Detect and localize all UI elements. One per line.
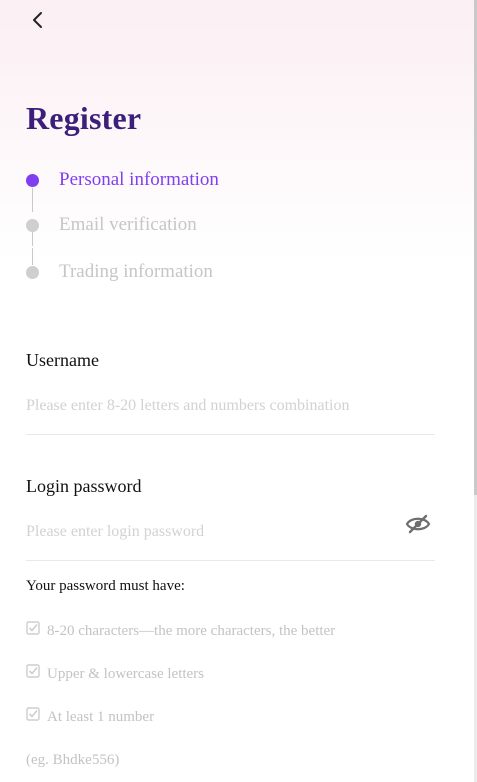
toggle-password-visibility-button[interactable] bbox=[405, 513, 431, 535]
username-divider bbox=[26, 434, 435, 435]
step-trading-information: Trading information bbox=[26, 258, 213, 286]
password-rule-text: 8-20 characters—the more characters, the… bbox=[47, 622, 336, 639]
step-label: Trading information bbox=[59, 261, 213, 282]
checkbox-checked-icon bbox=[26, 664, 40, 678]
eye-slash-icon bbox=[405, 514, 431, 534]
registration-steps: Personal information Email verification … bbox=[26, 166, 446, 296]
password-rule-item: Upper & lowercase letters bbox=[26, 664, 204, 684]
password-divider bbox=[26, 560, 435, 561]
password-rule-text: At least 1 number bbox=[47, 708, 155, 725]
step-email-verification: Email verification bbox=[26, 211, 197, 239]
step-dot bbox=[26, 218, 39, 232]
back-button[interactable] bbox=[26, 8, 50, 32]
password-example: (eg. Bhdke556) bbox=[26, 752, 120, 768]
step-dot-active bbox=[26, 173, 39, 187]
username-label: Username bbox=[26, 350, 99, 370]
step-label: Personal information bbox=[59, 169, 219, 190]
register-page: Register Personal information Email veri… bbox=[0, 0, 474, 782]
step-dot bbox=[26, 265, 39, 279]
password-label: Login password bbox=[26, 476, 142, 496]
password-rule-item: At least 1 number bbox=[26, 707, 154, 727]
password-rule-item: 8-20 characters—the more characters, the… bbox=[26, 621, 335, 641]
step-label: Email verification bbox=[59, 214, 197, 235]
step-personal-information: Personal information bbox=[26, 166, 219, 194]
chevron-left-icon bbox=[33, 12, 42, 28]
checkbox-checked-icon bbox=[26, 621, 40, 635]
password-rule-text: Upper & lowercase letters bbox=[47, 665, 205, 682]
username-input[interactable] bbox=[26, 393, 396, 419]
password-input[interactable] bbox=[26, 519, 396, 545]
page-title: Register bbox=[26, 100, 142, 136]
checkbox-checked-icon bbox=[26, 707, 40, 721]
password-rules-title: Your password must have: bbox=[26, 578, 185, 594]
